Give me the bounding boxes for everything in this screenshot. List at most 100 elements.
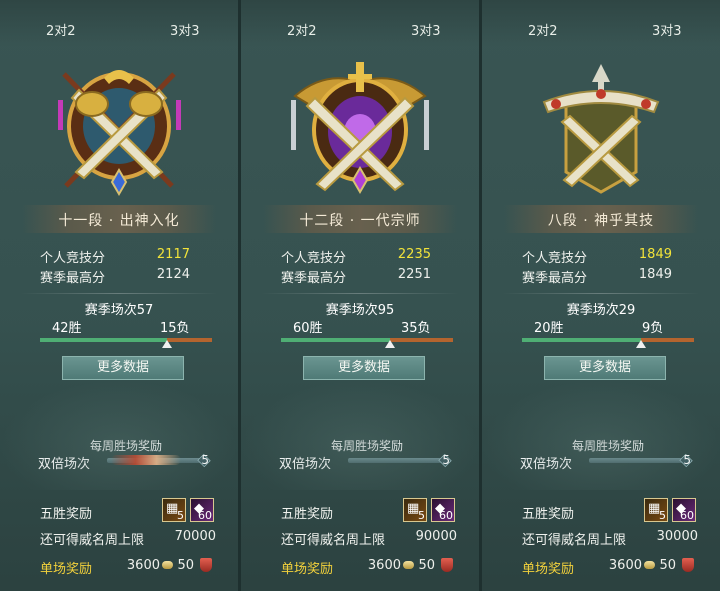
more-data-button[interactable]: 更多数据 (62, 356, 184, 380)
double-matches-bar: 5 (585, 453, 693, 468)
treasure-chest-item[interactable]: ▦ 5 (403, 498, 427, 522)
personal-score-value: 2235 (397, 247, 431, 262)
double-track (348, 458, 444, 463)
season-high-label: 赛季最高分 (281, 271, 347, 286)
arena-panel: 2对2 3对3 十一段 · 出神入化 个人竞技分 2117 赛季最高分 2124… (0, 0, 238, 591)
double-matches-bar: 5 (344, 453, 452, 468)
wins-count: 20胜 (534, 321, 564, 336)
weekly-cap-value: 90000 (415, 529, 457, 544)
gem-count: 60 (680, 509, 694, 522)
gem-item[interactable]: ◆ 60 (190, 498, 214, 522)
shield-icon (682, 558, 694, 572)
double-matches-label: 双倍场次 (520, 457, 573, 472)
season-matches: 赛季场次29 (566, 303, 636, 318)
season-high-label: 赛季最高分 (40, 271, 106, 286)
personal-score-value: 2117 (156, 247, 190, 262)
weekly-cap-value: 70000 (174, 529, 216, 544)
personal-score-label: 个人竞技分 (281, 251, 347, 266)
personal-score-label: 个人竞技分 (522, 251, 588, 266)
season-high-value: 2251 (397, 267, 431, 282)
win-fill (281, 338, 390, 342)
mode-tabs: 2对2 3对3 (241, 0, 479, 46)
divider (261, 293, 459, 294)
tab-2v2[interactable]: 2对2 (287, 20, 317, 39)
losses-count: 15负 (160, 321, 190, 336)
more-data-button[interactable]: 更多数据 (303, 356, 425, 380)
five-win-reward-label: 五胜奖励 (281, 507, 334, 522)
season-high-value: 1849 (638, 267, 672, 282)
mode-tabs: 2对2 3对3 (482, 0, 720, 46)
rank-banner: 十一段 · 出神入化 (22, 205, 216, 233)
five-win-reward-label: 五胜奖励 (522, 507, 575, 522)
rank-title: 十二段 · 一代宗师 (299, 213, 421, 229)
tab-2v2[interactable]: 2对2 (528, 20, 558, 39)
wins-count: 42胜 (52, 321, 82, 336)
rank-banner: 十二段 · 一代宗师 (263, 205, 457, 233)
single-reward-label: 单场奖励 (522, 562, 575, 577)
season-high-label: 赛季最高分 (522, 271, 588, 286)
divider (20, 293, 218, 294)
double-matches-label: 双倍场次 (38, 457, 91, 472)
wins-count: 60胜 (293, 321, 323, 336)
weekly-reward-title: 每周胜场奖励 (330, 439, 403, 453)
weekly-cap-label: 还可得威名周上限 (40, 533, 145, 548)
single-coin-value: 3600 (608, 558, 642, 573)
season-matches: 赛季场次95 (325, 303, 395, 318)
weekly-cap-label: 还可得威名周上限 (281, 533, 386, 548)
personal-score-label: 个人竞技分 (40, 251, 106, 266)
double-track (589, 458, 685, 463)
season-high-value: 2124 (156, 267, 190, 282)
gold-tier-emblem-icon (542, 64, 660, 194)
treasure-chest-item[interactable]: ▦ 5 (162, 498, 186, 522)
season-matches: 赛季场次57 (84, 303, 154, 318)
single-reward-label: 单场奖励 (40, 562, 93, 577)
more-data-button[interactable]: 更多数据 (544, 356, 666, 380)
mode-tabs: 2对2 3对3 (0, 0, 238, 46)
personal-score-value: 1849 (638, 247, 672, 262)
single-shield-value: 50 (659, 558, 676, 573)
divider (502, 293, 700, 294)
ratio-marker (161, 340, 172, 348)
losses-count: 9负 (642, 321, 664, 336)
double-count: 5 (201, 453, 209, 467)
single-shield-value: 50 (177, 558, 194, 573)
gem-count: 60 (439, 509, 453, 522)
single-shield-value: 50 (418, 558, 435, 573)
rank-banner: 八段 · 神乎其技 (504, 205, 698, 233)
weekly-cap-label: 还可得威名周上限 (522, 533, 627, 548)
arena-board: 2对2 3对3 十一段 · 出神入化 个人竞技分 2117 赛季最高分 2124… (0, 0, 720, 591)
double-count: 5 (683, 453, 691, 467)
five-win-reward-label: 五胜奖励 (40, 507, 93, 522)
flame-effect-icon (111, 455, 181, 465)
weekly-reward-title: 每周胜场奖励 (571, 439, 644, 453)
shield-icon (200, 558, 212, 572)
win-loss-bar (40, 338, 212, 348)
win-fill (40, 338, 167, 342)
tab-3v3[interactable]: 3对3 (652, 20, 682, 39)
double-count: 5 (442, 453, 450, 467)
chest-count: 5 (177, 509, 184, 522)
rank-title: 八段 · 神乎其技 (547, 213, 655, 229)
weekly-cap-value: 30000 (656, 529, 698, 544)
win-loss-bar (281, 338, 453, 348)
chest-count: 5 (418, 509, 425, 522)
weekly-reward-title: 每周胜场奖励 (89, 439, 162, 453)
gem-item[interactable]: ◆ 60 (672, 498, 696, 522)
shield-icon (441, 558, 453, 572)
chest-count: 5 (659, 509, 666, 522)
single-coin-value: 3600 (367, 558, 401, 573)
losses-count: 35负 (401, 321, 431, 336)
gem-item[interactable]: ◆ 60 (431, 498, 455, 522)
win-fill (522, 338, 641, 342)
tab-2v2[interactable]: 2对2 (46, 20, 76, 39)
treasure-chest-item[interactable]: ▦ 5 (644, 498, 668, 522)
double-matches-bar: 5 (103, 453, 211, 468)
ratio-marker (384, 340, 395, 348)
tab-3v3[interactable]: 3对3 (170, 20, 200, 39)
single-coin-value: 3600 (126, 558, 160, 573)
arena-panel: 2对2 3对3 八段 · 神乎其技 个人竞技分 1849 赛季最高分 1849 … (482, 0, 720, 591)
win-loss-bar (522, 338, 694, 348)
tab-3v3[interactable]: 3对3 (411, 20, 441, 39)
arena-panel: 2对2 3对3 十二段 · 一代宗师 个人竞技分 2235 赛季最高分 2251… (241, 0, 479, 591)
gem-count: 60 (198, 509, 212, 522)
